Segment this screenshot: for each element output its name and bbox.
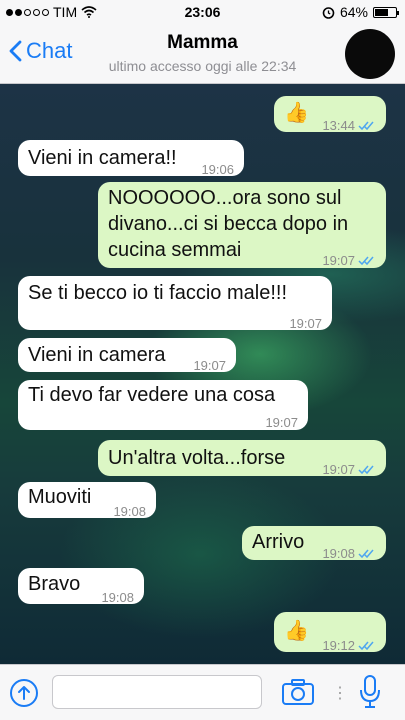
status-bar: TIM 23:06 64% — [0, 0, 405, 26]
message-bubble-outgoing[interactable]: Un'altra volta...forse 19:07 — [98, 440, 386, 477]
message-bubble-outgoing[interactable]: 👍 19:12 — [274, 612, 386, 653]
message-time: 19:06 — [201, 162, 234, 177]
message-text: Vieni in camera — [28, 344, 166, 366]
avatar[interactable] — [345, 29, 395, 79]
message-input[interactable] — [52, 675, 262, 709]
message-time: 13:44 — [322, 118, 355, 133]
thumbs-up-emoji: 👍 — [284, 102, 309, 124]
alarm-icon — [322, 6, 335, 19]
message-time: 19:08 — [101, 590, 134, 605]
thumbs-up-emoji: 👍 — [284, 620, 309, 642]
message-bubble-outgoing[interactable]: NOOOOOO...ora sono sul divano...ci si be… — [98, 182, 386, 268]
message-time: 19:07 — [193, 358, 226, 373]
message-time: 19:08 — [322, 546, 355, 561]
message-text: Muoviti — [28, 486, 92, 508]
message-text: Bravo — [28, 573, 81, 595]
message-text: Un'altra volta...forse — [108, 447, 286, 469]
chat-header: Chat Mamma ultimo accesso oggi alle 22:3… — [0, 26, 405, 84]
message-time: 19:12 — [322, 638, 355, 653]
divider-dots: ⋮ — [332, 685, 348, 702]
message-text: Vieni in camera!! — [28, 147, 177, 169]
message-text: Se ti becco io ti faccio male!!! — [28, 282, 288, 304]
microphone-icon[interactable] — [360, 675, 380, 709]
share-icon — [18, 686, 30, 700]
message-time: 19:07 — [265, 415, 298, 430]
message-list[interactable]: 👍 13:44 Vieni in camera!! 19:06 NOOOOOO.… — [0, 84, 405, 664]
read-receipt-icon — [358, 465, 374, 475]
read-receipt-icon — [358, 121, 374, 131]
camera-icon[interactable] — [282, 679, 314, 705]
message-time: 19:07 — [322, 253, 355, 268]
input-bar: ⋮ — [0, 664, 405, 720]
message-time: 19:07 — [289, 316, 322, 331]
battery-percent: 64% — [339, 4, 368, 20]
message-time: 19:08 — [113, 504, 146, 519]
message-text: Ti devo far vedere una cosa — [28, 384, 276, 406]
message-bubble-incoming[interactable]: Vieni in camera 19:07 — [18, 338, 236, 373]
message-time: 19:07 — [322, 462, 355, 477]
read-receipt-icon — [358, 256, 374, 266]
message-bubble-outgoing[interactable]: Arrivo 19:08 — [242, 526, 386, 561]
read-receipt-icon — [358, 549, 374, 559]
message-bubble-incoming[interactable]: Se ti becco io ti faccio male!!! 19:07 — [18, 276, 332, 331]
read-receipt-icon — [358, 641, 374, 651]
message-text: Arrivo — [252, 531, 305, 553]
battery-icon — [373, 6, 399, 18]
share-button[interactable] — [10, 679, 38, 707]
message-bubble-incoming[interactable]: Bravo 19:08 — [18, 568, 144, 605]
message-bubble-incoming[interactable]: Vieni in camera!! 19:06 — [18, 140, 244, 177]
message-bubble-outgoing[interactable]: 👍 13:44 — [274, 96, 386, 133]
message-bubble-incoming[interactable]: Muoviti 19:08 — [18, 482, 156, 519]
message-bubble-incoming[interactable]: Ti devo far vedere una cosa 19:07 — [18, 380, 308, 430]
last-seen: ultimo accesso oggi alle 22:34 — [108, 58, 297, 74]
status-right: 64% — [322, 4, 399, 20]
